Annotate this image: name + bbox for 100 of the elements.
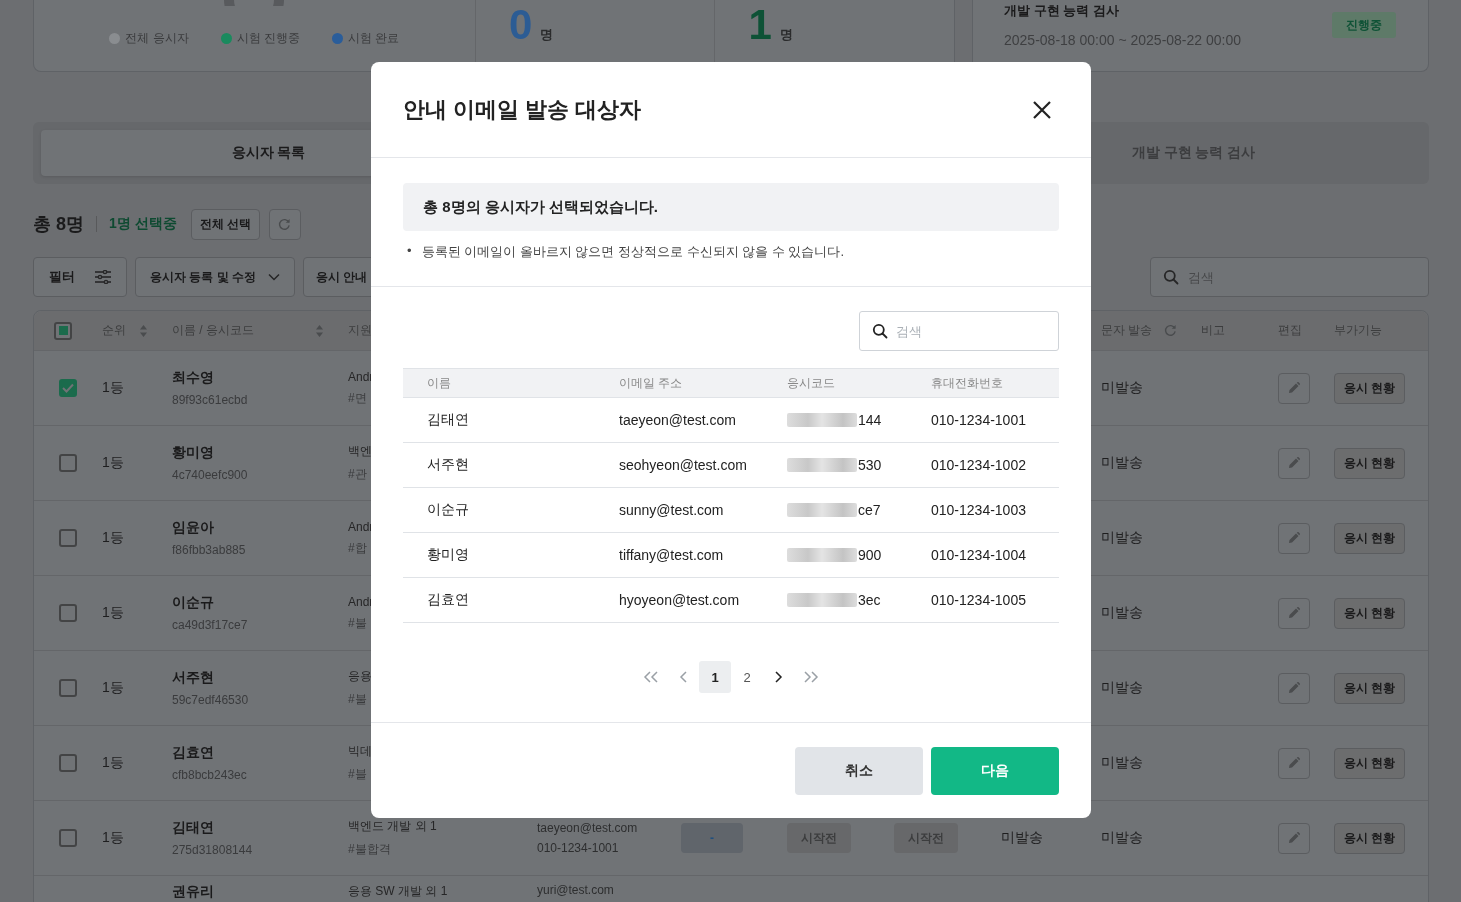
applicant-code: f86fbb3ab885	[172, 543, 246, 557]
edit-button[interactable]	[1278, 597, 1310, 629]
name-cell: 황미영	[427, 546, 469, 564]
tag-text: #불	[348, 691, 367, 708]
status-button[interactable]: 응시 현황	[1334, 372, 1405, 404]
rank-text: 1등	[102, 754, 124, 772]
support-text: Andr	[348, 369, 374, 384]
name-cell: 이순규	[427, 501, 469, 519]
check-icon	[62, 383, 74, 393]
tag-text: #불합격	[348, 841, 391, 858]
refresh-button[interactable]	[268, 208, 301, 240]
select-all-button[interactable]: 전체 선택	[190, 208, 260, 240]
tag-text: #불	[348, 614, 367, 632]
applicant-name: 김효연	[172, 744, 214, 762]
sms-status: 미발송	[1101, 829, 1143, 847]
register-dropdown[interactable]: 응시자 등록 및 수정	[135, 257, 295, 297]
column-header: 휴대전화번호	[931, 374, 1003, 392]
edit-button[interactable]	[1278, 672, 1310, 704]
status-button[interactable]: 응시 현황	[1334, 747, 1405, 779]
next-button[interactable]: 다음	[931, 746, 1059, 795]
column-header: 응시코드	[787, 374, 835, 392]
total-count: 총 8명	[33, 213, 84, 236]
applicant-name: 황미영	[172, 444, 214, 462]
name-cell: 서주현	[427, 456, 469, 474]
status-button[interactable]: 응시 현황	[1334, 672, 1405, 704]
row-checkbox[interactable]	[59, 529, 77, 547]
double-chevron-right-icon	[803, 671, 819, 683]
select-all-checkbox[interactable]	[54, 321, 72, 340]
row-checkbox[interactable]	[59, 379, 77, 397]
row-checkbox[interactable]	[59, 829, 77, 847]
close-button[interactable]	[1031, 98, 1053, 121]
row-checkbox[interactable]	[59, 754, 77, 772]
code-cell: 530	[858, 457, 882, 473]
edit-button[interactable]	[1278, 822, 1310, 854]
support-text: 백엔드 개발 외 1	[348, 818, 437, 835]
score-badge: -	[681, 823, 743, 853]
chevron-right-icon	[775, 671, 783, 683]
applicant-name: 서주현	[172, 669, 214, 687]
chevron-down-icon	[268, 273, 280, 281]
applicant-code: cfb8bcb243ec	[172, 768, 247, 782]
support-text: 빅데	[348, 743, 372, 760]
applicant-name: 김태연	[172, 819, 214, 837]
applicant-code: 59c7edf46530	[172, 693, 249, 707]
double-chevron-left-icon	[643, 671, 659, 683]
legend-label: 전체 응시자	[125, 30, 189, 47]
status-button[interactable]: 응시 현황	[1334, 447, 1405, 479]
rank-text: 1등	[102, 679, 124, 697]
stat-unit: 명	[779, 26, 793, 44]
email-cell: taeyeon@test.com	[619, 412, 736, 428]
filter-button[interactable]: 필터	[33, 257, 127, 297]
rank-text: 1등	[102, 829, 124, 847]
sms-status: 미발송	[1101, 529, 1143, 547]
page-button[interactable]: 1	[699, 661, 731, 693]
support-text: Andr	[348, 594, 374, 609]
applicant-name: 최수영	[172, 369, 214, 387]
edit-button[interactable]	[1278, 447, 1310, 479]
dialog-title: 안내 이메일 발송 대상자	[403, 95, 642, 124]
close-icon	[1032, 99, 1052, 120]
blurred-block	[787, 503, 857, 517]
code-cell: 900	[858, 547, 882, 563]
exam-title: 개발 구현 능력 검사	[1004, 2, 1120, 20]
edit-button[interactable]	[1278, 747, 1310, 779]
selected-count: 1명 선택중	[109, 215, 177, 233]
support-text: 백엔	[348, 443, 372, 460]
applicant-name: 이순규	[172, 594, 214, 612]
stat-number: 0	[508, 0, 533, 50]
row-checkbox[interactable]	[59, 679, 77, 697]
blurred-block	[787, 593, 857, 607]
rank-text: 1등	[102, 604, 124, 622]
rank-text: 1등	[102, 379, 124, 397]
pencil-icon	[1288, 682, 1300, 694]
code-cell: 3ec	[858, 592, 881, 608]
status-button[interactable]: 응시 현황	[1334, 822, 1405, 854]
phone-cell: 010-1234-1001	[931, 412, 1026, 428]
row-checkbox[interactable]	[59, 454, 77, 472]
search-icon	[1163, 269, 1179, 285]
support-text: Andr	[348, 519, 374, 534]
page-button[interactable]: 2	[731, 661, 763, 693]
status-button[interactable]: 응시 현황	[1334, 522, 1405, 554]
refresh-icon	[278, 217, 292, 231]
column-header: 이름	[427, 374, 451, 392]
tag-text: #블	[348, 766, 367, 783]
status-button[interactable]: 응시 현황	[1334, 597, 1405, 629]
bullet-mark: •	[407, 243, 412, 260]
email-text: yuri@test.com	[537, 883, 614, 897]
status-badge: 진행중	[1332, 12, 1396, 38]
sms-status: 미발송	[1101, 754, 1143, 772]
refresh-icon	[1164, 324, 1178, 337]
pencil-icon	[1288, 382, 1300, 394]
edit-button[interactable]	[1278, 522, 1310, 554]
email-text: taeyeon@test.com	[537, 821, 638, 835]
row-checkbox[interactable]	[59, 604, 77, 622]
column-header: 이메일 주소	[619, 374, 683, 392]
cancel-button[interactable]: 취소	[795, 746, 923, 795]
blurred-block	[787, 413, 857, 427]
edit-button[interactable]	[1278, 372, 1310, 404]
phone-cell: 010-1234-1003	[931, 502, 1026, 518]
phone-cell: 010-1234-1002	[931, 457, 1026, 473]
rank-text: 1등	[102, 529, 124, 547]
code-cell: ce7	[858, 502, 881, 518]
